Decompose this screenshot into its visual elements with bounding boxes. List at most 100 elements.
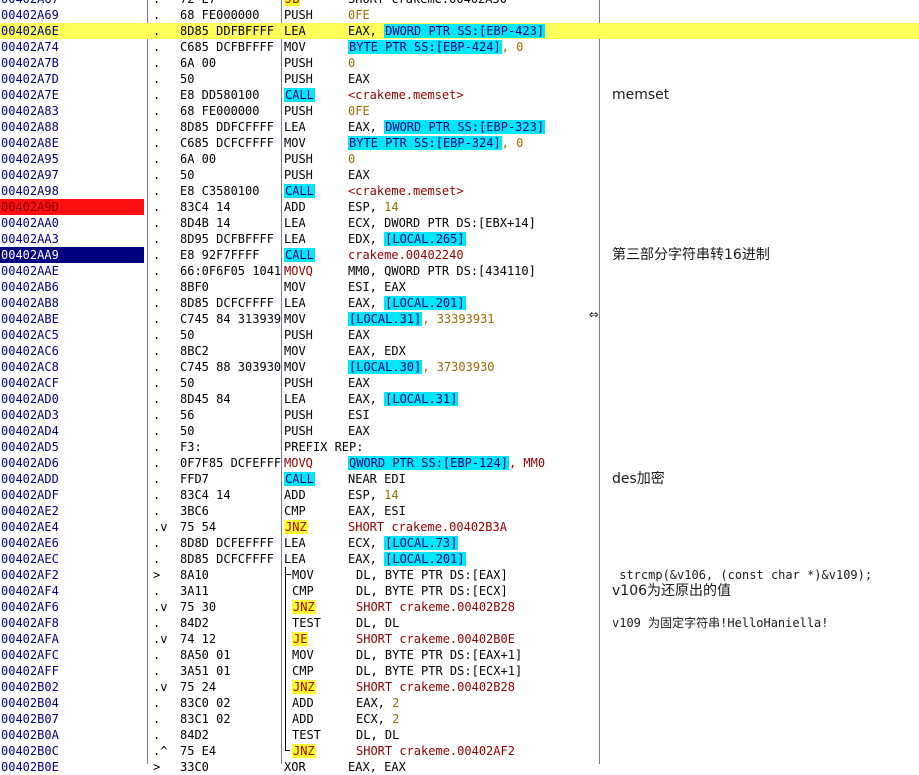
hex-dump-cell[interactable]: 84D2 <box>180 615 281 631</box>
address-cell[interactable]: 00402AC8 <box>0 359 144 375</box>
hex-dump-cell[interactable]: 83C0 02 <box>180 695 281 711</box>
disasm-row[interactable]: 00402AB6. 8BF0 MOV ESI, EAX <box>0 279 919 295</box>
hex-dump-cell[interactable]: 8BC2 <box>180 343 281 359</box>
disasm-row[interactable]: 00402AFF. 3A51 01 CMP DL, BYTE PTR DS:[ECX+… <box>0 663 919 679</box>
operand-cell[interactable]: EAX <box>348 71 370 87</box>
hex-dump-cell[interactable]: C745 84 31393933 <box>180 311 281 327</box>
hex-dump-cell[interactable]: 50 <box>180 423 281 439</box>
address-cell[interactable]: 00402AE4 <box>0 519 144 535</box>
mnemonic-cell[interactable]: PUSH <box>284 103 313 119</box>
disasm-row[interactable]: 00402AEC. 8D85 DCFCFFFF LEA EAX, [LOCAL.201… <box>0 551 919 567</box>
comment-cell[interactable]: memset <box>612 87 669 103</box>
hex-dump-cell[interactable]: 50 <box>180 71 281 87</box>
hex-dump-cell[interactable]: 66:0F6F05 10414300 <box>180 263 281 279</box>
mnemonic-cell[interactable]: LEA <box>284 215 306 231</box>
address-cell[interactable]: 00402A9D <box>0 199 144 215</box>
address-cell[interactable]: 00402B0E <box>0 759 144 775</box>
operand-cell[interactable]: SHORT crakeme.00402B28 <box>356 599 515 615</box>
comment-cell[interactable]: v106为还原出的值 <box>612 583 731 599</box>
address-cell[interactable]: 00402ACF <box>0 375 144 391</box>
hex-dump-cell[interactable]: 3A51 01 <box>180 663 281 679</box>
operand-cell[interactable]: crakeme.00402240 <box>348 247 464 263</box>
disasm-row[interactable]: 00402AA3. 8D95 DCFBFFFF LEA EDX, [LOCAL.265… <box>0 231 919 247</box>
operand-cell[interactable]: BYTE PTR SS:[EBP-324], 0 <box>348 135 523 151</box>
operand-cell[interactable]: NEAR EDI <box>348 471 406 487</box>
mnemonic-cell[interactable]: PUSH <box>284 167 313 183</box>
hex-dump-cell[interactable]: 8D85 DCFCFFFF <box>180 295 281 311</box>
mnemonic-cell[interactable]: PUSH <box>284 55 313 71</box>
disasm-row[interactable]: 00402AA0. 8D4B 14 LEA ECX, DWORD PTR DS:[EB… <box>0 215 919 231</box>
disasm-row[interactable]: 00402AA9. E8 92F7FFFF CALL crakeme.00402240… <box>0 247 919 263</box>
hex-dump-cell[interactable]: FFD7 <box>180 471 281 487</box>
disasm-row[interactable]: 00402AE6. 8D8D DCFEFFFF LEA ECX, [LOCAL.73] <box>0 535 919 551</box>
operand-cell[interactable]: EAX, DWORD PTR SS:[EBP-423] <box>348 23 546 39</box>
operand-cell[interactable]: BYTE PTR SS:[EBP-424], 0 <box>348 39 523 55</box>
address-cell[interactable]: 00402B0A <box>0 727 144 743</box>
mnemonic-cell[interactable]: MOVQ <box>284 263 313 279</box>
address-cell[interactable]: 00402B04 <box>0 695 144 711</box>
address-cell[interactable]: 00402A69 <box>0 7 144 23</box>
mnemonic-cell[interactable]: ADD <box>284 199 306 215</box>
address-cell[interactable]: 00402AD0 <box>0 391 144 407</box>
address-cell[interactable]: 00402AD6 <box>0 455 144 471</box>
mnemonic-cell[interactable]: PUSH <box>284 407 313 423</box>
hex-dump-cell[interactable]: 8A10 <box>180 567 281 583</box>
operand-cell[interactable]: SHORT crakeme.00402B0E <box>356 631 515 647</box>
mnemonic-cell[interactable]: CMP <box>284 503 306 519</box>
mnemonic-cell[interactable]: CMP <box>292 583 314 599</box>
address-cell[interactable]: 00402AF2 <box>0 567 144 583</box>
hex-dump-cell[interactable]: 74 12 <box>180 631 281 647</box>
address-cell[interactable]: 00402AE6 <box>0 535 144 551</box>
mnemonic-cell[interactable]: MOV <box>284 311 306 327</box>
hex-dump-cell[interactable]: F3: <box>180 439 281 455</box>
mnemonic-cell[interactable]: ADD <box>284 487 306 503</box>
operand-cell[interactable]: <crakeme.memset> <box>348 87 464 103</box>
mnemonic-cell[interactable]: MOVQ <box>284 455 313 471</box>
mnemonic-cell[interactable]: LEA <box>284 295 306 311</box>
operand-cell[interactable]: EAX <box>348 423 370 439</box>
operand-cell[interactable]: ESI <box>348 407 370 423</box>
mnemonic-cell[interactable]: JNZ <box>292 679 316 695</box>
hex-dump-cell[interactable]: 50 <box>180 327 281 343</box>
hex-dump-cell[interactable]: C685 DCFBFFFF <box>180 39 281 55</box>
mnemonic-cell[interactable]: CALL <box>284 247 315 263</box>
disasm-row[interactable]: 00402A88. 8D85 DDFCFFFF LEA EAX, DWORD PTR … <box>0 119 919 135</box>
mnemonic-cell[interactable]: JE <box>292 631 309 647</box>
address-cell[interactable]: 00402ADF <box>0 487 144 503</box>
hex-dump-cell[interactable]: 75 30 <box>180 599 281 615</box>
address-cell[interactable]: 00402AD5 <box>0 439 144 455</box>
hex-dump-cell[interactable]: 8A50 01 <box>180 647 281 663</box>
hex-dump-cell[interactable]: 56 <box>180 407 281 423</box>
mnemonic-cell[interactable]: LEA <box>284 551 306 567</box>
disasm-row[interactable]: 00402A67. 72 E7JB SHORT crakeme.00402A50 <box>0 0 919 7</box>
mnemonic-cell[interactable]: MOV <box>292 567 314 583</box>
mnemonic-cell[interactable]: MOV <box>284 279 306 295</box>
hex-dump-cell[interactable]: 0F7F85 DCFEFFFF <box>180 455 281 471</box>
disasm-row[interactable]: 00402A7E. E8 DD580100 CALL <crakeme.memset>… <box>0 87 919 103</box>
mnemonic-cell[interactable]: JNZ <box>284 519 308 535</box>
mnemonic-cell[interactable]: MOV <box>284 39 306 55</box>
address-cell[interactable]: 00402A74 <box>0 39 144 55</box>
hex-dump-cell[interactable]: 3A11 <box>180 583 281 599</box>
comment-cell[interactable]: des加密 <box>612 471 665 487</box>
operand-cell[interactable]: SHORT crakeme.00402A50 <box>348 0 507 7</box>
disasm-row[interactable]: 00402AD5. F3: PREFIX REP: <box>0 439 919 455</box>
operand-cell[interactable]: 0 <box>348 55 355 71</box>
operand-cell[interactable]: EDX, [LOCAL.265] <box>348 231 466 247</box>
mnemonic-cell[interactable]: PUSH <box>284 71 313 87</box>
disasm-row[interactable]: 00402AD3. 56 PUSH ESI <box>0 407 919 423</box>
address-cell[interactable]: 00402A7E <box>0 87 144 103</box>
disasm-row[interactable]: 00402B04. 83C0 02 ADD EAX, 2 <box>0 695 919 711</box>
mnemonic-cell[interactable]: MOV <box>284 343 306 359</box>
address-cell[interactable]: 00402ADD <box>0 471 144 487</box>
mnemonic-cell[interactable]: ADD <box>292 695 314 711</box>
hex-dump-cell[interactable]: 75 54 <box>180 519 281 535</box>
operand-cell[interactable]: ECX, 2 <box>356 711 399 727</box>
address-cell[interactable]: 00402ABE <box>0 311 144 327</box>
disasm-row[interactable]: 00402AE4 .v 75 54 JNZ SHORT crakeme.00402B3A <box>0 519 919 535</box>
disasm-row[interactable]: 00402AD6. 0F7F85 DCFEFFFF MOVQ QWORD PTR SS… <box>0 455 919 471</box>
operand-cell[interactable]: SHORT crakeme.00402AF2 <box>356 743 515 759</box>
disasm-row[interactable]: 00402AE2. 3BC6 CMP EAX, ESI <box>0 503 919 519</box>
hex-dump-cell[interactable]: 8D85 DDFCFFFF <box>180 119 281 135</box>
disasm-row[interactable]: 00402ACF. 50 PUSH EAX <box>0 375 919 391</box>
